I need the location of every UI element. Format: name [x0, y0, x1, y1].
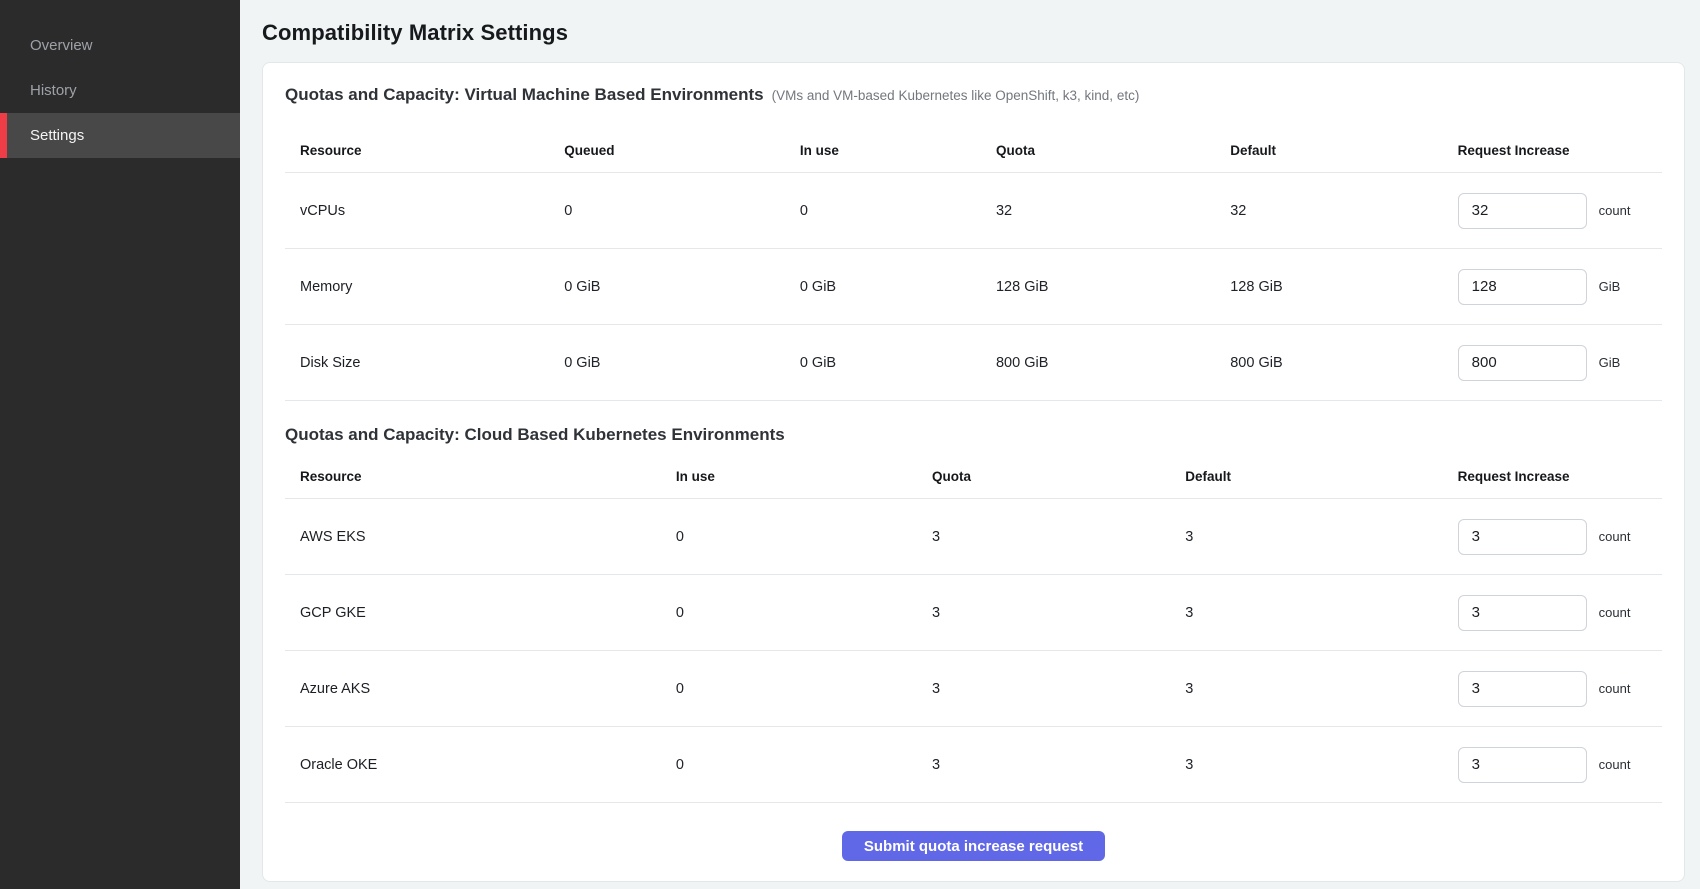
unit-label: count: [1599, 529, 1631, 544]
in-use-value: 0: [676, 605, 932, 621]
quota-value: 3: [932, 757, 1185, 773]
column-header-default: Default: [1230, 143, 1457, 158]
column-header-default: Default: [1185, 469, 1457, 484]
default-value: 32: [1230, 203, 1457, 219]
default-value: 3: [1185, 681, 1457, 697]
default-value: 3: [1185, 605, 1457, 621]
column-header-resource: Resource: [300, 143, 564, 158]
in-use-value: 0: [800, 203, 996, 219]
sidebar-item-history[interactable]: History: [0, 68, 240, 113]
unit-label: count: [1599, 605, 1631, 620]
column-header-request-increase: Request Increase: [1458, 469, 1662, 484]
vm-table-header: Resource Queued In use Quota Default Req…: [285, 129, 1662, 173]
sidebar-item-label: Overview: [30, 37, 93, 54]
resource-name: vCPUs: [300, 203, 564, 219]
column-header-resource: Resource: [300, 469, 676, 484]
column-header-in-use: In use: [800, 143, 996, 158]
resource-name: Memory: [300, 279, 564, 295]
azure-aks-request-input[interactable]: [1458, 671, 1587, 707]
vm-section-header: Quotas and Capacity: Virtual Machine Bas…: [285, 85, 1662, 105]
queued-value: 0 GiB: [564, 279, 800, 295]
default-value: 128 GiB: [1230, 279, 1457, 295]
disk-size-request-input[interactable]: [1458, 345, 1587, 381]
page-title: Compatibility Matrix Settings: [262, 20, 1685, 46]
resource-name: Oracle OKE: [300, 757, 676, 773]
main-content: Compatibility Matrix Settings Quotas and…: [240, 0, 1700, 889]
in-use-value: 0: [676, 529, 932, 545]
queued-value: 0: [564, 203, 800, 219]
sidebar-item-label: Settings: [30, 127, 84, 144]
resource-name: AWS EKS: [300, 529, 676, 545]
quota-value: 3: [932, 605, 1185, 621]
sidebar-item-label: History: [30, 82, 77, 99]
quota-value: 3: [932, 681, 1185, 697]
table-row-oracle-oke: Oracle OKE 0 3 3 count: [285, 727, 1662, 803]
quotas-card: Quotas and Capacity: Virtual Machine Bas…: [262, 62, 1685, 882]
vm-section-subtitle: (VMs and VM-based Kubernetes like OpenSh…: [772, 88, 1140, 103]
in-use-value: 0 GiB: [800, 355, 996, 371]
in-use-value: 0: [676, 757, 932, 773]
column-header-queued: Queued: [564, 143, 800, 158]
unit-label: count: [1599, 681, 1631, 696]
oracle-oke-request-input[interactable]: [1458, 747, 1587, 783]
table-row-azure-aks: Azure AKS 0 3 3 count: [285, 651, 1662, 727]
default-value: 3: [1185, 529, 1457, 545]
column-header-in-use: In use: [676, 469, 932, 484]
sidebar: Overview History Settings: [0, 0, 240, 889]
quota-value: 32: [996, 203, 1230, 219]
resource-name: GCP GKE: [300, 605, 676, 621]
table-row-memory: Memory 0 GiB 0 GiB 128 GiB 128 GiB GiB: [285, 249, 1662, 325]
unit-label: GiB: [1599, 355, 1621, 370]
quota-value: 800 GiB: [996, 355, 1230, 371]
submit-quota-increase-button[interactable]: Submit quota increase request: [842, 831, 1105, 861]
in-use-value: 0: [676, 681, 932, 697]
unit-label: count: [1599, 203, 1631, 218]
quota-value: 3: [932, 529, 1185, 545]
gcp-gke-request-input[interactable]: [1458, 595, 1587, 631]
vm-section-title: Quotas and Capacity: Virtual Machine Bas…: [285, 85, 764, 105]
in-use-value: 0 GiB: [800, 279, 996, 295]
table-row-disk-size: Disk Size 0 GiB 0 GiB 800 GiB 800 GiB Gi…: [285, 325, 1662, 401]
quota-value: 128 GiB: [996, 279, 1230, 295]
vcpus-request-input[interactable]: [1458, 193, 1587, 229]
default-value: 3: [1185, 757, 1457, 773]
table-row-gcp-gke: GCP GKE 0 3 3 count: [285, 575, 1662, 651]
resource-name: Disk Size: [300, 355, 564, 371]
resource-name: Azure AKS: [300, 681, 676, 697]
column-header-quota: Quota: [932, 469, 1185, 484]
cloud-table-header: Resource In use Quota Default Request In…: [285, 455, 1662, 499]
table-row-vcpus: vCPUs 0 0 32 32 count: [285, 173, 1662, 249]
table-row-aws-eks: AWS EKS 0 3 3 count: [285, 499, 1662, 575]
queued-value: 0 GiB: [564, 355, 800, 371]
cloud-section-title: Quotas and Capacity: Cloud Based Kuberne…: [285, 425, 785, 445]
unit-label: GiB: [1599, 279, 1621, 294]
default-value: 800 GiB: [1230, 355, 1457, 371]
aws-eks-request-input[interactable]: [1458, 519, 1587, 555]
submit-row: Submit quota increase request: [285, 831, 1662, 861]
column-header-quota: Quota: [996, 143, 1230, 158]
cloud-section-header: Quotas and Capacity: Cloud Based Kuberne…: [285, 425, 1662, 445]
sidebar-item-settings[interactable]: Settings: [0, 113, 240, 158]
memory-request-input[interactable]: [1458, 269, 1587, 305]
unit-label: count: [1599, 757, 1631, 772]
column-header-request-increase: Request Increase: [1458, 143, 1662, 158]
sidebar-item-overview[interactable]: Overview: [0, 23, 240, 68]
